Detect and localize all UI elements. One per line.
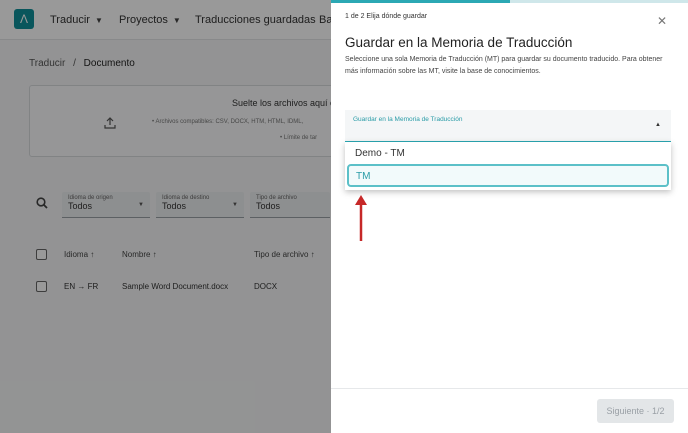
next-button[interactable]: Siguiente · 1/2 (597, 399, 674, 423)
save-tm-panel: 1 de 2 Elija dónde guardar ✕ Guardar en … (331, 0, 688, 433)
select-label: Guardar en la Memoria de Traducción (353, 116, 463, 123)
panel-title: Guardar en la Memoria de Traducción (345, 35, 573, 50)
option-demo-tm[interactable]: Demo - TM (345, 142, 671, 164)
close-icon[interactable]: ✕ (657, 15, 667, 27)
tm-dropdown-menu: Demo - TM TM (345, 142, 671, 190)
footer-divider (331, 388, 688, 389)
tm-select[interactable]: Guardar en la Memoria de Traducción ▲ (345, 110, 671, 142)
panel-description: Seleccione una sola Memoria de Traducció… (345, 56, 663, 75)
option-tm[interactable]: TM (347, 164, 669, 187)
progress-fill (331, 0, 510, 3)
step-progress-bar (331, 0, 688, 3)
caret-up-icon: ▲ (655, 122, 661, 128)
annotation-arrow-icon (355, 195, 367, 241)
step-indicator: 1 de 2 Elija dónde guardar (345, 13, 428, 20)
